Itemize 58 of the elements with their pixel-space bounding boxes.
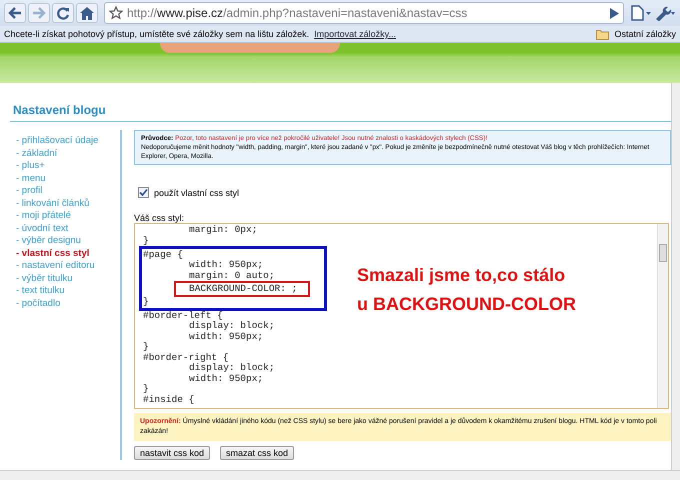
sidebar-link[interactable]: - základní	[16, 148, 120, 160]
code-line: width: 950px;	[189, 374, 264, 384]
sidebar-link[interactable]: - počítadlo	[16, 298, 120, 310]
horizontal-scrollbar[interactable]	[0, 470, 680, 480]
css-textarea[interactable]	[134, 223, 669, 409]
sidebar-link[interactable]: - výběr titulku	[16, 272, 120, 285]
back-arrow-icon[interactable]	[8, 7, 22, 19]
sidebar-link[interactable]: - výběr designu	[16, 235, 120, 248]
sidebar-link[interactable]: - menu	[16, 172, 120, 185]
play-icon[interactable]	[610, 8, 619, 18]
checkbox-label: použít vlastní css styl	[154, 188, 240, 198]
code-line: }	[143, 236, 149, 246]
form-button[interactable]: smazat css kod	[220, 446, 294, 460]
sidebar-link[interactable]: - úvodní text	[16, 222, 120, 235]
code-line: }	[143, 296, 149, 306]
bookmarks-bar-message: Chcete-li získat pohotový přístup, umístěte své záložky sem na lištu záložek.	[4, 29, 310, 39]
code-line: #inside {	[143, 394, 194, 404]
code-line: }	[143, 342, 149, 352]
sidebar-link[interactable]: - vlastní css styl	[16, 248, 120, 260]
annotation-text: Smazali jsme to,co stálo	[357, 264, 566, 287]
sidebar-link[interactable]: - linkování článků	[16, 198, 120, 210]
code-line: display: block;	[189, 363, 275, 373]
code-line: }	[143, 384, 149, 394]
wrench-icon[interactable]	[654, 5, 676, 21]
code-line: margin: 0px;	[189, 225, 258, 235]
url-text: http://www.pise.cz/admin.php?nastaveni=nastaveni&nastav=css	[127, 6, 468, 20]
form-button[interactable]: nastavit css kod	[134, 446, 210, 460]
home-icon[interactable]	[80, 6, 94, 20]
sidebar-link[interactable]: - profil	[16, 185, 120, 198]
import-bookmarks-link[interactable]: Importovat záložky...	[314, 29, 396, 39]
sidebar-link[interactable]: - moji přátelé	[16, 210, 120, 222]
code-line: width: 950px;	[189, 332, 264, 342]
home-button[interactable]	[76, 3, 98, 23]
sidebar-link[interactable]: - přihlašovací údaje	[16, 135, 120, 148]
css-field-label: Váš css styl:	[134, 213, 186, 223]
sidebar-link[interactable]: - text titulku	[16, 285, 120, 298]
bookmark-star-icon[interactable]	[109, 6, 123, 20]
code-line: BACKGROUND-COLOR: ;	[177, 284, 308, 294]
code-line: display: block;	[189, 321, 275, 331]
back-button[interactable]	[4, 3, 26, 23]
folder-icon	[596, 28, 610, 40]
address-bar[interactable]: http://www.pise.cz/admin.php?nastaveni=nastaveni&nastav=css	[104, 2, 624, 24]
textarea-scrollbar[interactable]	[657, 224, 668, 408]
reload-icon[interactable]	[56, 6, 70, 20]
code-line: width: 950px;	[189, 260, 264, 270]
sidebar-link[interactable]: - nastavení editoru	[16, 260, 120, 272]
code-line: #page {	[143, 250, 183, 260]
code-line: #border-right {	[143, 352, 229, 362]
sidebar-link[interactable]: - plus+	[16, 160, 120, 172]
annotation-text: u BACKGROUND-COLOR	[357, 293, 576, 316]
code-line: #border-left {	[143, 310, 223, 320]
other-bookmarks-folder[interactable]: Ostatní záložky	[614, 29, 676, 39]
reload-button[interactable]	[52, 3, 74, 23]
page-heading: Nastavení blogu	[10, 103, 671, 122]
code-line: margin: 0 auto;	[189, 270, 275, 280]
checkbox[interactable]	[138, 187, 149, 198]
page-scrollbar[interactable]	[671, 83, 680, 470]
page-menu-icon[interactable]	[630, 5, 652, 21]
